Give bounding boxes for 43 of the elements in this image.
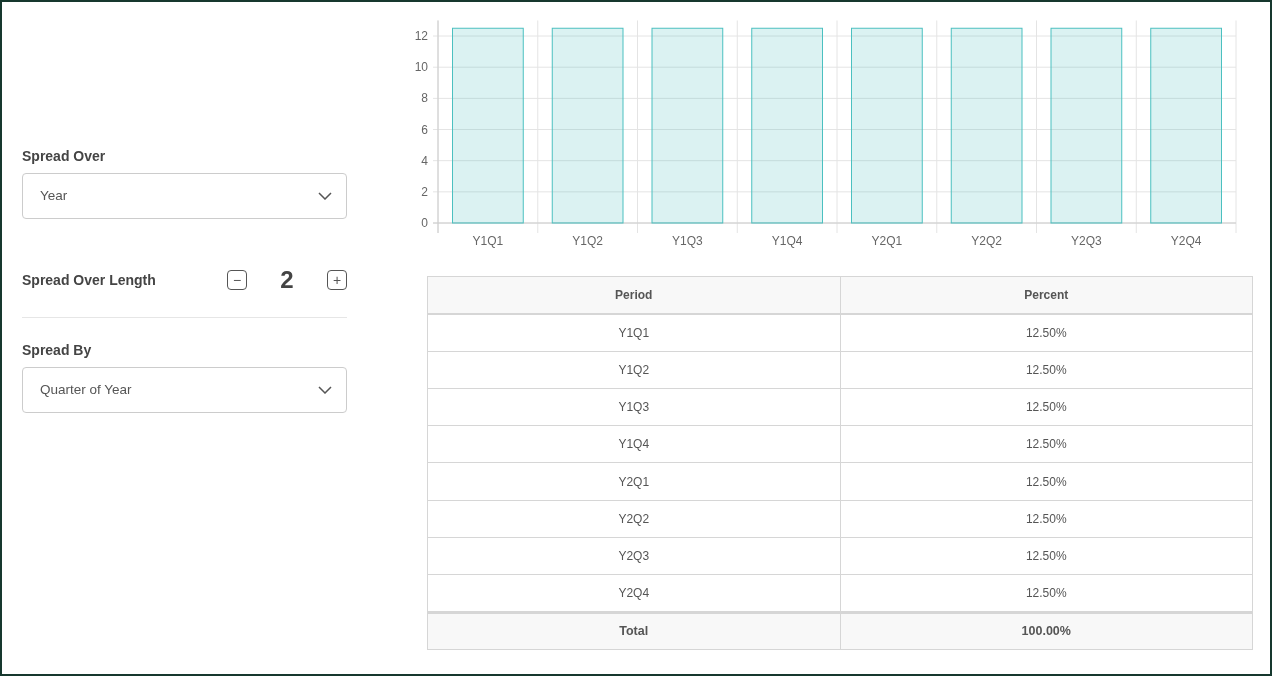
table-cell: 12.50% xyxy=(840,500,1253,538)
total-cell: Total xyxy=(427,612,840,650)
decrement-button[interactable]: − xyxy=(227,270,247,290)
dropdown-select[interactable]: Quarter of Year xyxy=(22,367,347,413)
column-header: Period xyxy=(427,276,840,314)
axis-tick-label: Y1Q4 xyxy=(771,234,803,248)
axis-tick-label: 4 xyxy=(421,153,428,168)
axis-tick-label: Y2Q3 xyxy=(1071,234,1102,248)
total-cell: 100.00% xyxy=(840,612,1253,650)
table-cell: Y1Q2 xyxy=(427,351,840,389)
axis-tick-label: Y1Q1 xyxy=(472,234,504,248)
axis-tick-label: 2 xyxy=(421,184,428,199)
table-cell: Y1Q3 xyxy=(427,388,840,426)
field-label: Spread By xyxy=(22,341,93,360)
table-cell: 12.50% xyxy=(840,425,1253,463)
increment-button[interactable]: + xyxy=(327,270,347,290)
table-cell: 12.50% xyxy=(840,313,1253,352)
axis-tick-label: Y2Q4 xyxy=(1170,234,1202,248)
axis-tick-label: Y2Q1 xyxy=(871,234,903,248)
field-label: Spread Over Length xyxy=(22,270,157,290)
axis-tick-label: 12 xyxy=(414,29,428,44)
table-cell: Y1Q4 xyxy=(427,425,840,463)
axis-tick-label: 10 xyxy=(414,60,428,75)
stepper-value: 2 xyxy=(279,265,295,295)
table-cell: Y2Q1 xyxy=(427,463,840,501)
field-label: Spread Over xyxy=(22,147,107,166)
column-header: Percent xyxy=(840,276,1253,314)
axis-tick-label: Y2Q2 xyxy=(971,234,1002,248)
dropdown-select[interactable]: Year xyxy=(22,173,347,219)
table-cell: Y1Q1 xyxy=(427,313,840,352)
table-cell: 12.50% xyxy=(840,351,1253,389)
axis-tick-label: 6 xyxy=(421,122,428,137)
axis-tick-label: 0 xyxy=(421,216,428,230)
table-cell: 12.50% xyxy=(840,463,1253,501)
axis-tick-label: 8 xyxy=(421,91,428,106)
axis-tick-label: Y1Q3 xyxy=(672,234,703,248)
chevron-down-icon xyxy=(318,386,332,394)
axis-tick-label: Y1Q2 xyxy=(572,234,603,248)
table-cell: 12.50% xyxy=(840,388,1253,426)
chevron-down-icon xyxy=(318,192,332,200)
table-cell: 12.50% xyxy=(840,537,1253,575)
table-cell: Y2Q3 xyxy=(427,537,840,575)
table-cell: Y2Q2 xyxy=(427,500,840,538)
